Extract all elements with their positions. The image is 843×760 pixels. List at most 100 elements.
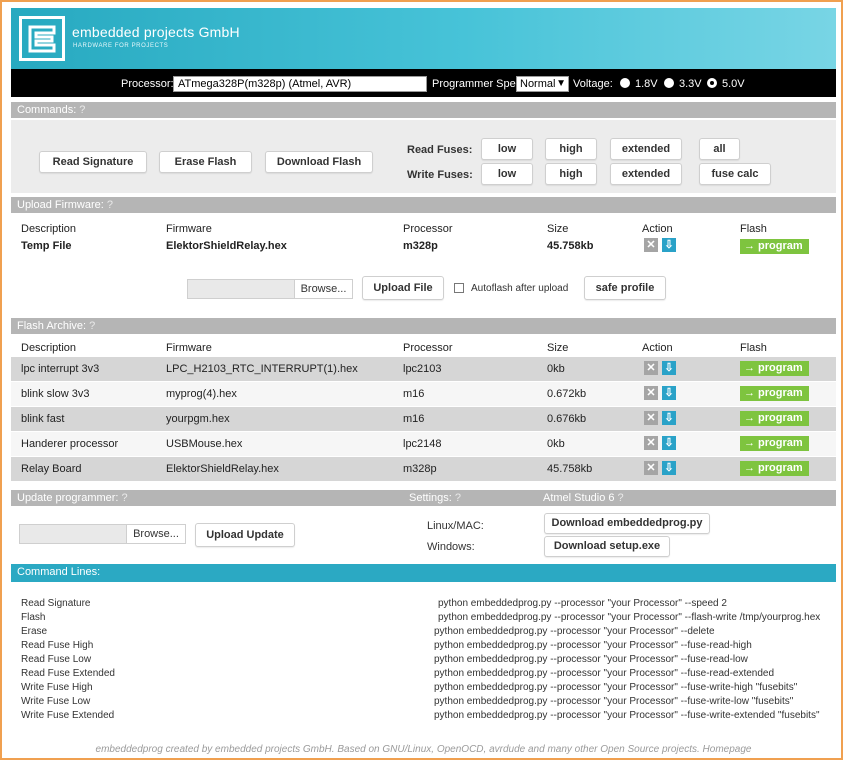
temp-firmware: ElektorShieldRelay.hex [166, 240, 287, 252]
linux-mac-label: Linux/MAC: [427, 520, 484, 532]
brand-name: embedded projects GmbH [72, 24, 240, 40]
program-button[interactable]: → program [740, 461, 809, 476]
flash-archive-title: Flash Archive: [17, 320, 87, 332]
autoflash-label: Autoflash after upload [471, 283, 569, 294]
voltage-option-5v0: 5.0V [722, 78, 745, 90]
col-flash: Flash [740, 223, 767, 235]
upload-file-button[interactable]: Upload File [362, 276, 444, 300]
row-description: blink slow 3v3 [21, 388, 90, 400]
table-row[interactable]: blink slow 3v3 myprog(4).hex m16 0.672kb… [11, 382, 836, 406]
row-size: 0.672kb [547, 388, 587, 400]
cmd-name: Read Fuse High [21, 640, 94, 651]
table-row[interactable]: Handerer processor USBMouse.hex lpc2148 … [11, 432, 836, 456]
command-lines-title: Command Lines: [17, 566, 101, 578]
processor-input[interactable]: ATmega328P(m328p) (Atmel, AVR) [173, 76, 427, 92]
read-fuse-high-button[interactable]: high [545, 138, 597, 160]
checkbox-icon[interactable] [454, 283, 464, 293]
download-py-button[interactable]: Download embeddedprog.py [544, 513, 710, 534]
cmd-line: python embeddedprog.py --processor "your… [434, 640, 752, 651]
row-firmware: USBMouse.hex [166, 438, 243, 450]
update-section-header: Update programmer:? Settings:? Atmel Stu… [11, 490, 836, 506]
download-flash-button[interactable]: Download Flash [265, 151, 373, 173]
row-processor: m328p [403, 463, 437, 475]
help-icon[interactable]: ? [79, 104, 85, 116]
delete-icon[interactable]: ✕ [644, 436, 658, 450]
cmd-name: Read Fuse Extended [21, 668, 115, 679]
col-action: Action [642, 342, 673, 354]
voltage-radio-3v3[interactable] [664, 78, 674, 88]
processor-bar: Processor: ATmega328P(m328p) (Atmel, AVR… [11, 69, 836, 97]
cmd-name: Write Fuse Low [21, 696, 91, 707]
col-description: Description [21, 342, 77, 354]
download-icon[interactable]: ⇩ [662, 436, 676, 450]
help-icon[interactable]: ? [122, 492, 128, 504]
download-icon[interactable]: ⇩ [662, 361, 676, 375]
erase-flash-button[interactable]: Erase Flash [159, 151, 252, 173]
col-firmware: Firmware [166, 223, 212, 235]
command-lines-panel: Read Signature python embeddedprog.py --… [11, 582, 836, 734]
program-button[interactable]: → program [740, 361, 809, 376]
cmd-name: Write Fuse Extended [21, 710, 115, 721]
download-icon[interactable]: ⇩ [662, 411, 676, 425]
voltage-label: Voltage: [573, 78, 613, 90]
cmd-name: Flash [21, 612, 46, 623]
program-button[interactable]: → program [740, 411, 809, 426]
update-panel: Browse... Upload Update Linux/MAC: Windo… [11, 507, 836, 562]
browse-button[interactable]: Browse... [294, 280, 352, 298]
table-row[interactable]: Relay Board ElektorShieldRelay.hex m328p… [11, 457, 836, 481]
update-file-input[interactable]: Browse... [19, 524, 186, 544]
delete-icon[interactable]: ✕ [644, 386, 658, 400]
cmd-name: Read Signature [21, 598, 91, 609]
download-icon[interactable]: ⇩ [662, 238, 676, 252]
program-button[interactable]: → program [740, 436, 809, 451]
delete-icon[interactable]: ✕ [644, 361, 658, 375]
row-description: lpc interrupt 3v3 [21, 363, 100, 375]
speed-value: Normal [520, 78, 556, 90]
browse-button[interactable]: Browse... [126, 525, 185, 543]
col-description: Description [21, 223, 77, 235]
voltage-radio-5v0[interactable] [707, 78, 717, 88]
col-size: Size [547, 223, 569, 235]
write-fuse-extended-button[interactable]: extended [610, 163, 682, 185]
brand-tagline: HARDWARE FOR PROJECTS [73, 43, 169, 49]
table-row[interactable]: lpc interrupt 3v3 LPC_H2103_RTC_INTERRUP… [11, 357, 836, 381]
program-button[interactable]: → program [740, 386, 809, 401]
col-size: Size [547, 342, 569, 354]
app-content: embedded projects GmbH HARDWARE FOR PROJ… [11, 8, 836, 758]
download-icon[interactable]: ⇩ [662, 461, 676, 475]
read-fuse-extended-button[interactable]: extended [610, 138, 682, 160]
delete-icon[interactable]: ✕ [644, 411, 658, 425]
read-fuse-low-button[interactable]: low [481, 138, 533, 160]
help-icon[interactable]: ? [107, 199, 113, 211]
safe-profile-button[interactable]: safe profile [584, 276, 666, 300]
voltage-radio-1v8[interactable] [620, 78, 630, 88]
speed-select[interactable]: Normal ▼ [516, 76, 569, 92]
delete-icon[interactable]: ✕ [644, 238, 658, 252]
write-fuse-low-button[interactable]: low [481, 163, 533, 185]
flash-archive-section-header: Flash Archive:? [11, 318, 836, 334]
fuse-calc-button[interactable]: fuse calc [699, 163, 771, 185]
row-size: 0kb [547, 438, 565, 450]
help-icon[interactable]: ? [89, 320, 95, 332]
windows-label: Windows: [427, 541, 475, 553]
write-fuse-high-button[interactable]: high [545, 163, 597, 185]
row-description: Relay Board [21, 463, 82, 475]
cmd-line: python embeddedprog.py --processor "your… [434, 626, 715, 637]
download-exe-button[interactable]: Download setup.exe [544, 536, 670, 557]
cmd-name: Read Fuse Low [21, 654, 92, 665]
delete-icon[interactable]: ✕ [644, 461, 658, 475]
read-fuses-label: Read Fuses: [407, 144, 473, 156]
table-row[interactable]: blink fast yourpgm.hex m16 0.676kb ✕ ⇩ →… [11, 407, 836, 431]
firmware-file-input[interactable]: Browse... [187, 279, 353, 299]
write-fuses-label: Write Fuses: [407, 169, 473, 181]
download-icon[interactable]: ⇩ [662, 386, 676, 400]
read-signature-button[interactable]: Read Signature [39, 151, 147, 173]
cmd-line: python embeddedprog.py --processor "your… [434, 682, 798, 693]
read-fuse-all-button[interactable]: all [699, 138, 740, 160]
cmd-name: Erase [21, 626, 48, 637]
upload-update-button[interactable]: Upload Update [195, 523, 295, 547]
settings-label: Settings:? [409, 492, 461, 504]
commands-title: Commands: [17, 104, 77, 116]
program-button[interactable]: → program [740, 239, 809, 254]
cmd-line: python embeddedprog.py --processor "your… [438, 598, 727, 609]
